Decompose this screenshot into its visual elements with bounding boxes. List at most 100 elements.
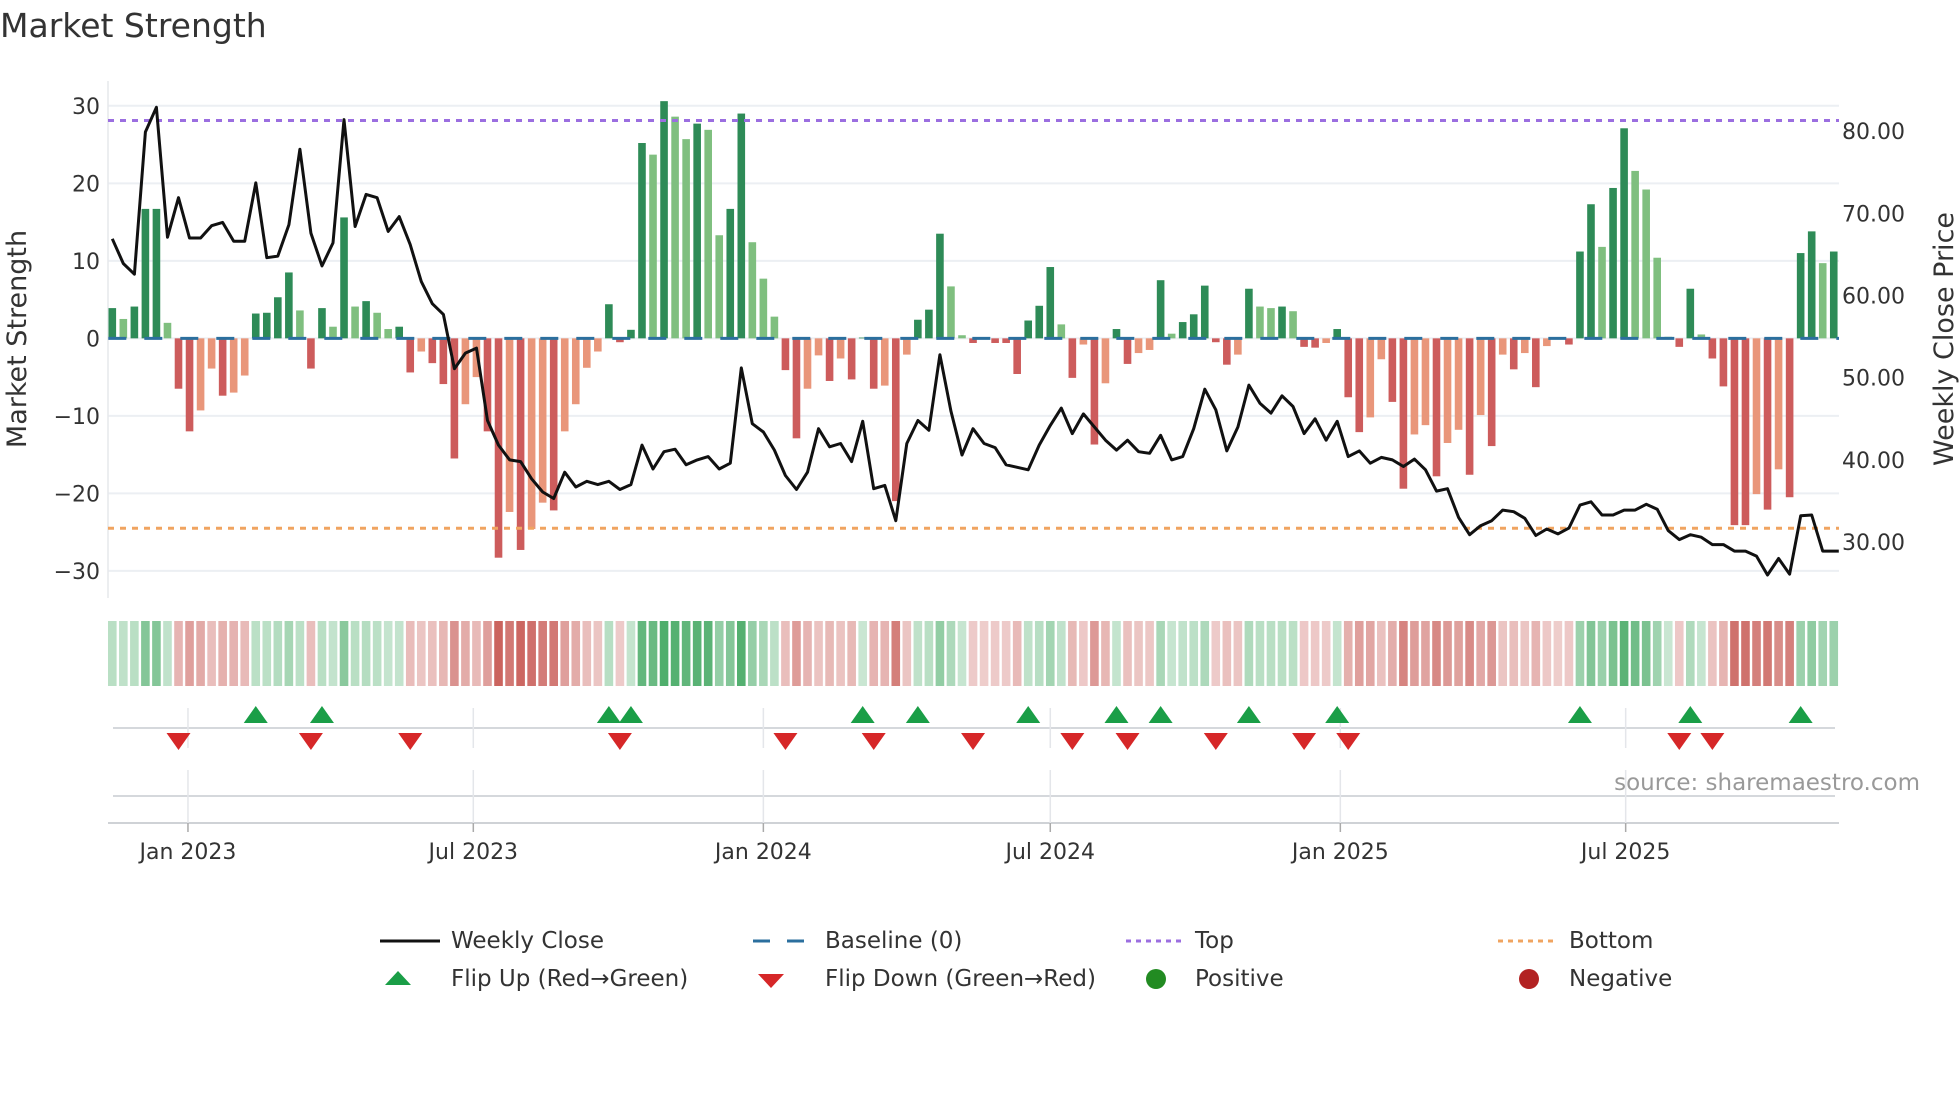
strip-cell	[130, 621, 139, 686]
flip-down-marker	[861, 733, 886, 750]
strength-bar	[395, 326, 404, 339]
strip-cell	[1432, 621, 1441, 686]
line-icon	[380, 939, 440, 943]
strength-bar	[108, 308, 117, 339]
strip-cell	[1012, 621, 1022, 686]
strip-cell	[428, 621, 437, 686]
strength-bar	[1046, 267, 1055, 339]
strength-bar	[726, 208, 735, 339]
strip-cell	[1520, 621, 1530, 686]
strip-cell	[394, 621, 404, 686]
strength-bar	[693, 123, 701, 339]
legend-label: Negative	[1569, 966, 1673, 992]
strength-bar	[351, 306, 359, 339]
strip-cell	[527, 621, 536, 686]
strip-cell	[1266, 621, 1276, 686]
strip-cell	[328, 621, 338, 686]
flip-up-marker	[850, 706, 875, 723]
strength-bar	[1123, 338, 1132, 364]
strip-cell	[1763, 621, 1772, 686]
legend-label: Baseline (0)	[825, 928, 963, 954]
strip-cell	[405, 621, 415, 686]
strength-bar	[880, 338, 889, 386]
strip-cell	[1255, 621, 1265, 686]
strength-bar	[1278, 306, 1286, 339]
strength-bar	[373, 312, 381, 339]
strength-bar	[1443, 338, 1452, 443]
strip-cell	[152, 621, 161, 686]
strength-bar	[516, 338, 525, 550]
strength-bar	[362, 301, 370, 339]
strength-bar	[406, 338, 415, 373]
dashed-line-icon	[753, 939, 809, 943]
strip-cell	[549, 621, 558, 686]
strength-bar	[958, 335, 966, 339]
strength-bar	[1631, 170, 1639, 339]
strip-cell	[957, 621, 967, 686]
strip-cell	[1178, 621, 1187, 686]
flip-down-marker	[298, 733, 323, 750]
strip-cell	[196, 621, 205, 686]
strip-cell	[461, 621, 470, 686]
strength-bar	[638, 143, 646, 339]
strip-cell	[295, 621, 305, 686]
legend-label: Flip Down (Green→Red)	[825, 966, 1096, 992]
strength-bar	[1212, 338, 1220, 343]
strip-cell	[1774, 621, 1783, 686]
strength-bar	[759, 278, 768, 339]
strength-bar	[571, 338, 580, 405]
strength-bar	[803, 338, 812, 389]
strength-bar	[1719, 338, 1728, 387]
strength-bar	[428, 338, 437, 364]
strength-bar	[1024, 320, 1033, 339]
strip-cell	[1057, 621, 1066, 686]
strength-bar	[1576, 251, 1584, 339]
strip-cell	[119, 621, 128, 686]
strength-bar	[847, 338, 856, 380]
strength-bar	[1234, 338, 1242, 355]
strip-cell	[1697, 621, 1706, 686]
strip-cell	[350, 621, 360, 686]
strip-cell	[825, 621, 834, 686]
strip-cell	[692, 621, 702, 686]
strip-cell	[847, 621, 856, 686]
strength-bar	[1532, 338, 1540, 388]
strip-cell	[604, 621, 614, 686]
strength-bar	[560, 338, 569, 432]
flip-down-marker	[961, 733, 986, 750]
strength-bar	[318, 308, 326, 339]
strength-bar	[991, 338, 999, 343]
strength-bars	[108, 101, 1838, 558]
strength-bar	[1785, 338, 1794, 498]
strength-bar	[262, 312, 271, 339]
strip-cell	[174, 621, 183, 686]
strength-bar	[1068, 338, 1077, 378]
strength-bar	[1178, 322, 1187, 339]
dotted-line-icon	[1498, 939, 1554, 943]
strength-bar	[1289, 311, 1297, 339]
strength-bar	[903, 338, 911, 355]
strength-bar	[152, 208, 161, 339]
strip-cell	[571, 621, 581, 686]
strip-cell	[251, 621, 261, 686]
strength-bar	[1708, 338, 1717, 359]
strip-cell	[372, 621, 382, 686]
strip-cell	[483, 621, 492, 686]
y-tick-label: −10	[54, 405, 100, 430]
strip-cell	[593, 621, 603, 686]
y2-axis-title: Weekly Close Price	[1929, 212, 1960, 466]
strip-cell	[1741, 621, 1750, 686]
strip-cell	[1686, 621, 1695, 686]
strip-cell	[306, 621, 316, 686]
strip-cell	[185, 621, 194, 686]
market-strength-chart: 30 20 10 0 −10 −20 −30 80.00 70.00 60.00 50.00 40.0…	[2, 81, 1960, 865]
strength-bar	[1267, 308, 1275, 339]
strip-cell	[869, 621, 879, 686]
strength-bar	[130, 306, 139, 339]
strength-bar	[1388, 338, 1397, 402]
strip-cell	[505, 621, 514, 686]
flip-up-marker	[1567, 706, 1592, 723]
x-tick-label: Jul 2023	[427, 840, 519, 865]
strength-bar	[1377, 338, 1386, 360]
strip-cell	[1476, 621, 1485, 686]
